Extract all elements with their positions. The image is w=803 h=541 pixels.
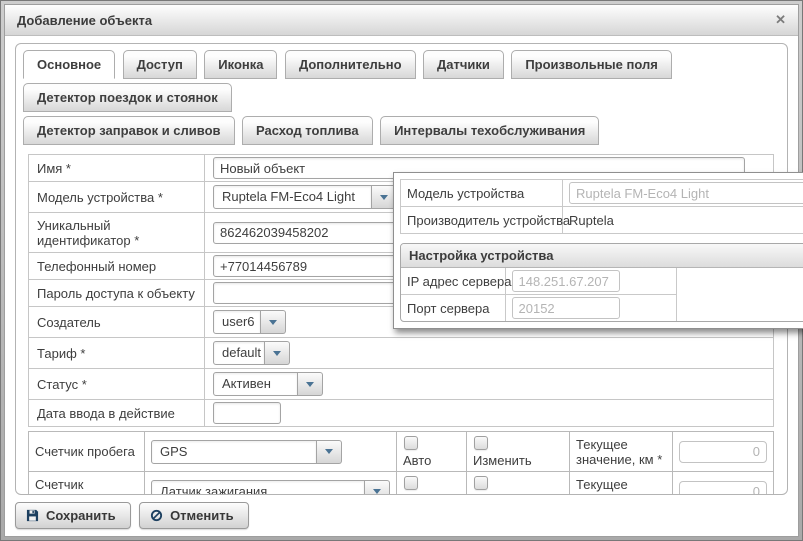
server-ip-input[interactable] — [512, 270, 620, 292]
mileage-current-input[interactable] — [679, 441, 767, 463]
tab-sensors[interactable]: Датчики — [423, 50, 504, 79]
tab-service-intervals[interactable]: Интервалы техобслуживания — [380, 116, 599, 145]
server-port-input[interactable] — [512, 297, 620, 319]
chevron-down-icon — [380, 195, 388, 200]
tariff-select[interactable]: default — [213, 341, 290, 365]
dialog-title: Добавление объекта — [17, 13, 775, 28]
table-row: IP адрес сервера — [401, 268, 677, 295]
mileage-auto-checkbox[interactable] — [404, 436, 418, 450]
mileage-counter-select[interactable]: GPS — [151, 440, 342, 464]
status-label: Статус * — [37, 377, 87, 392]
close-icon[interactable]: ✕ — [775, 12, 786, 28]
status-dropdown-button[interactable] — [298, 372, 323, 396]
status-value: Активен — [213, 372, 298, 396]
table-row: Порт сервера — [401, 295, 677, 322]
device-settings-group: Настройка устройства IP адрес сервера По… — [400, 243, 803, 322]
name-label: Имя * — [37, 161, 71, 176]
tab-trip-detector[interactable]: Детектор поездок и стоянок — [23, 83, 232, 112]
chevron-down-icon — [325, 449, 333, 454]
counters-table: Счетчик пробега GPS Авто Изменить — [28, 431, 774, 495]
tab-advanced[interactable]: Дополнительно — [285, 50, 416, 79]
engine-hours-auto-checkbox[interactable] — [404, 476, 418, 490]
tariff-label: Тариф * — [37, 346, 85, 361]
engine-hours-change-checkbox[interactable] — [474, 476, 488, 490]
tariff-value: default — [213, 341, 265, 365]
engine-hours-current-label: Текущее значение, ч. * — [576, 477, 658, 496]
chevron-down-icon — [306, 382, 314, 387]
popup-device-model-label: Модель устройства — [407, 186, 524, 201]
tab-fuel-fillings[interactable]: Детектор заправок и сливов — [23, 116, 235, 145]
tab-access[interactable]: Доступ — [123, 50, 197, 79]
mileage-current-label: Текущее значение, км * — [576, 437, 662, 467]
table-row: Дата ввода в действие — [29, 400, 774, 427]
creator-select[interactable]: user6 — [213, 310, 286, 334]
mileage-counter-value: GPS — [151, 440, 317, 464]
mileage-change-checkbox[interactable] — [474, 436, 488, 450]
tab-icon[interactable]: Иконка — [204, 50, 277, 79]
popup-device-model-input[interactable] — [569, 182, 803, 204]
tariff-dropdown-button[interactable] — [265, 341, 290, 365]
password-label: Пароль доступа к объекту — [37, 286, 195, 301]
device-model-select[interactable]: Ruptela FM-Eco4 Light — [213, 185, 397, 209]
engine-hours-select[interactable]: Датчик зажигания — [151, 480, 390, 496]
server-port-label: Порт сервера — [407, 301, 490, 316]
mileage-counter-row: Счетчик пробега GPS Авто Изменить — [29, 432, 774, 472]
tab-row-2: Детектор заправок и сливов Расход топлив… — [23, 116, 780, 149]
mileage-auto-label: Авто — [403, 453, 431, 468]
chevron-down-icon — [269, 320, 277, 325]
device-settings-title: Настройка устройства — [401, 244, 803, 268]
dialog-titlebar: Добавление объекта ✕ — [5, 5, 798, 36]
device-settings-table: IP адрес сервера Порт сервера — [401, 268, 677, 321]
device-model-value: Ruptela FM-Eco4 Light — [213, 185, 372, 209]
creator-dropdown-button[interactable] — [261, 310, 286, 334]
cancel-icon — [150, 509, 163, 522]
chevron-down-icon — [273, 351, 281, 356]
engine-hours-label: Счетчик моточасов — [35, 477, 98, 496]
save-icon — [26, 509, 39, 522]
cancel-button[interactable]: Отменить — [139, 502, 249, 529]
tab-fuel-consumption[interactable]: Расход топлива — [242, 116, 373, 145]
engine-hours-dropdown-button[interactable] — [365, 480, 390, 496]
popup-manufacturer-label: Производитель устройства — [407, 213, 570, 228]
chevron-down-icon — [373, 489, 381, 494]
engine-hours-value: Датчик зажигания — [151, 480, 365, 496]
tab-custom-fields[interactable]: Произвольные поля — [511, 50, 671, 79]
tab-main[interactable]: Основное — [23, 50, 115, 79]
commission-date-label: Дата ввода в действие — [37, 406, 175, 421]
engine-hours-counter-row: Счетчик моточасов Датчик зажигания Авто — [29, 472, 774, 496]
device-model-label: Модель устройства * — [37, 190, 163, 205]
commission-date-input[interactable] — [213, 402, 281, 424]
engine-hours-current-input[interactable] — [679, 481, 767, 496]
dialog-footer: Сохранить Отменить — [15, 502, 253, 529]
table-row: Тариф * default — [29, 338, 774, 369]
mileage-dropdown-button[interactable] — [317, 440, 342, 464]
popup-manufacturer-value: Ruptela — [569, 213, 614, 228]
status-select[interactable]: Активен — [213, 372, 323, 396]
tab-row-1: Основное Доступ Иконка Дополнительно Дат… — [23, 50, 780, 116]
phone-label: Телефонный номер — [37, 259, 156, 274]
server-ip-label: IP адрес сервера — [407, 274, 511, 289]
creator-value: user6 — [213, 310, 261, 334]
engine-hours-auto-label: Авто — [403, 493, 431, 495]
table-row: Производитель устройства Ruptela — [401, 207, 803, 234]
mileage-counter-label: Счетчик пробега — [35, 444, 135, 459]
save-button[interactable]: Сохранить — [15, 502, 131, 529]
unique-id-label: Уникальный идентификатор * — [37, 218, 139, 248]
creator-label: Создатель — [37, 315, 101, 330]
mileage-change-label: Изменить — [473, 453, 532, 468]
device-info-table: Модель устройства Производитель устройст… — [400, 179, 803, 234]
engine-hours-change-label: Изменить — [473, 493, 532, 495]
device-info-popup: Модель устройства Производитель устройст… — [393, 172, 803, 329]
cancel-button-label: Отменить — [170, 508, 234, 523]
table-row: Статус * Активен — [29, 369, 774, 400]
save-button-label: Сохранить — [46, 508, 116, 523]
table-row: Модель устройства — [401, 180, 803, 207]
